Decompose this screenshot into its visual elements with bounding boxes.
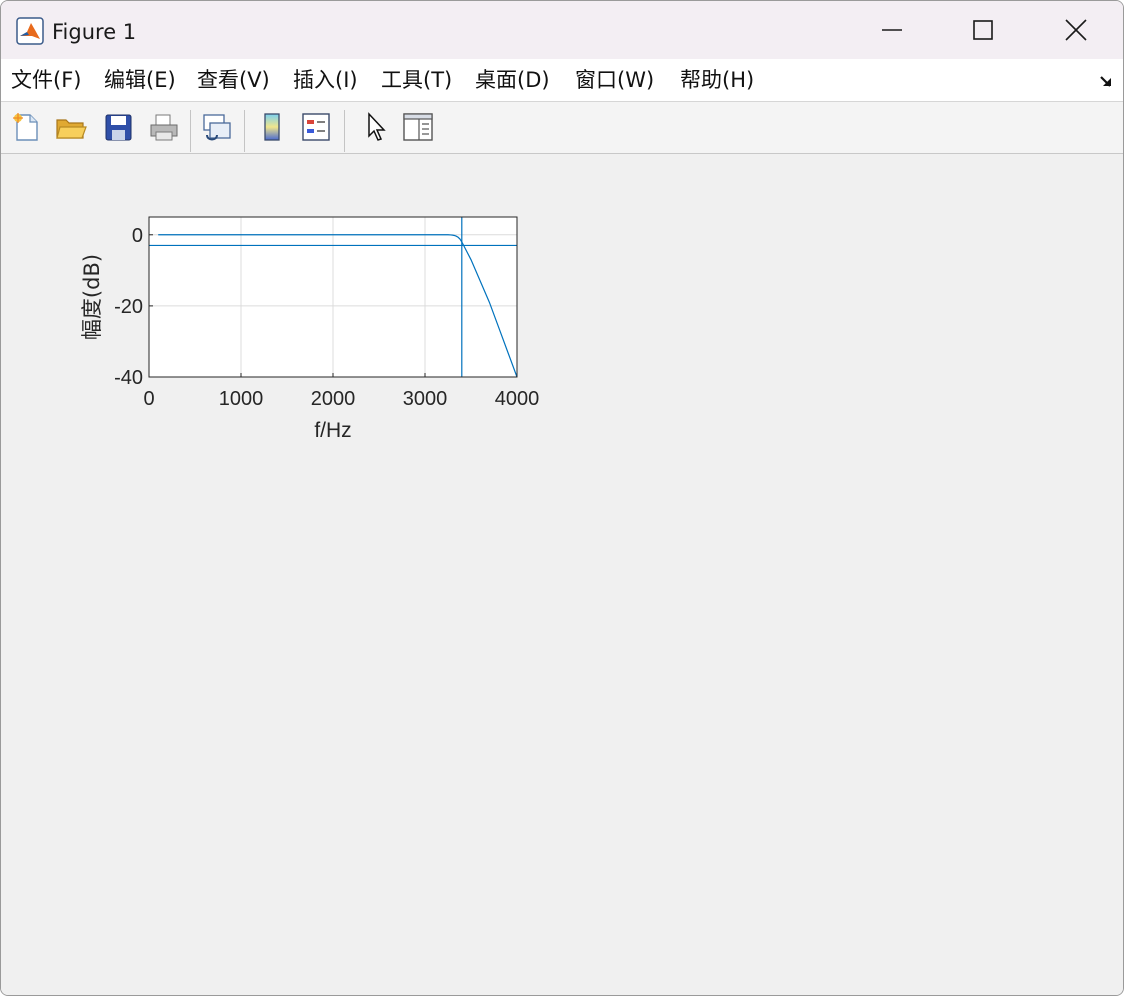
save-button[interactable] [101,110,135,144]
y-tick-label: -40 [114,367,143,389]
matlab-logo-icon [16,17,44,45]
minimize-button[interactable] [846,1,938,59]
window-title: Figure 1 [52,20,137,44]
link-plot-button[interactable] [200,110,234,144]
menu-view[interactable]: 查看(V) [197,67,270,93]
menu-insert[interactable]: 插入(I) [293,67,358,93]
dock-arrow-icon[interactable] [1098,72,1116,90]
minimize-icon [882,29,902,31]
magnitude-response-plot[interactable]: 0 1000 2000 3000 4000 0 -20 -40 f/Hz 幅度(dB) [61,201,561,451]
maximize-icon [973,20,993,40]
close-button[interactable] [1030,1,1122,59]
x-tick-label: 1000 [219,388,264,410]
x-axis-label: f/Hz [314,419,351,442]
open-file-icon [56,119,87,139]
link-plot-icon [203,114,231,141]
maximize-button[interactable] [937,1,1029,59]
menu-edit[interactable]: 编辑(E) [104,67,176,93]
menu-bar: 文件(F) 编辑(E) 查看(V) 插入(I) 工具(T) 桌面(D) 窗口(W… [1,59,1123,102]
menu-tools[interactable]: 工具(T) [381,67,452,93]
print-icon [150,114,178,141]
insert-legend-button[interactable] [299,110,333,144]
close-icon [1065,19,1087,41]
toolbar-separator [190,110,191,152]
insert-colorbar-button[interactable] [255,110,289,144]
x-tick-label: 0 [143,388,154,410]
edit-plot-pointer-icon [368,112,386,141]
x-tick-label: 4000 [495,388,540,410]
figure-window: Figure 1 文件(F) 编辑(E) 查看(V) 插入(I) 工具(T) 桌… [0,0,1124,996]
open-file-button[interactable] [54,110,88,144]
menu-help[interactable]: 帮助(H) [680,67,754,93]
y-tick-label: 0 [132,225,143,247]
menu-window[interactable]: 窗口(W) [575,67,654,93]
toolbar-separator [244,110,245,152]
new-figure-icon [13,113,38,141]
menu-file[interactable]: 文件(F) [11,67,81,93]
insert-colorbar-icon [264,113,280,141]
menu-desktop[interactable]: 桌面(D) [475,67,550,93]
toolbar-separator [344,110,345,152]
toolbar [1,102,1123,154]
y-tick-label: -20 [114,296,143,318]
x-tick-label: 2000 [311,388,356,410]
property-inspector-button[interactable] [401,110,435,144]
x-tick-label: 3000 [403,388,448,410]
save-icon [105,114,132,141]
edit-plot-button[interactable] [358,110,392,144]
print-button[interactable] [147,110,181,144]
new-figure-button[interactable] [9,110,43,144]
title-bar: Figure 1 [1,1,1123,59]
insert-legend-icon [302,113,330,141]
property-inspector-icon [403,113,433,141]
y-axis-label: 幅度(dB) [80,254,104,340]
